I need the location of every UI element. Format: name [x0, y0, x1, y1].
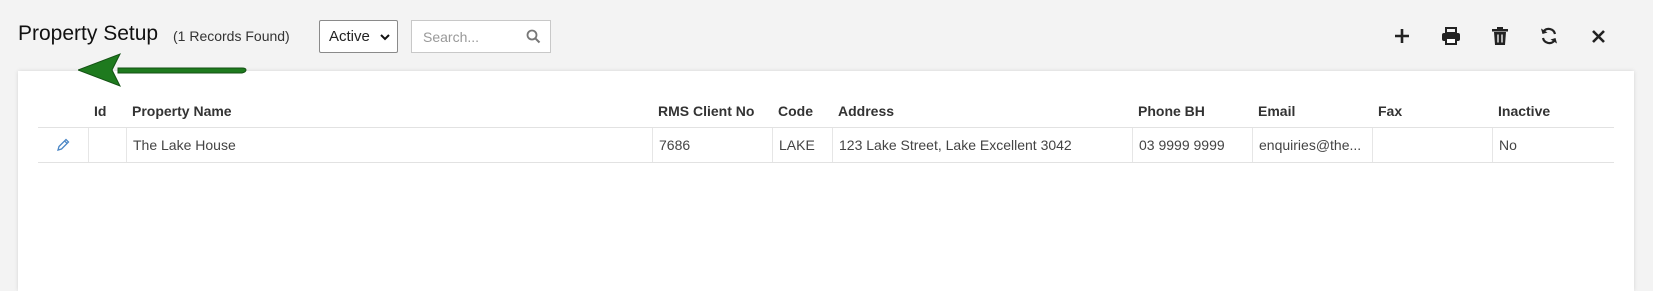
chevron-down-icon — [379, 30, 391, 42]
column-header-phone-bh[interactable]: Phone BH — [1132, 94, 1252, 127]
refresh-icon — [1541, 27, 1557, 45]
records-grid: Id Property Name RMS Client No Code Addr… — [38, 94, 1614, 163]
print-icon — [1442, 27, 1460, 45]
records-panel: Id Property Name RMS Client No Code Addr… — [18, 71, 1634, 291]
page-header: Property Setup (1 Records Found) Active — [0, 0, 1653, 72]
add-button[interactable] — [1389, 23, 1415, 49]
column-header-id[interactable]: Id — [88, 94, 126, 127]
cell-property-name: The Lake House — [126, 128, 652, 162]
plus-icon — [1395, 29, 1409, 43]
status-filter-value: Active — [329, 28, 370, 45]
records-count: (1 Records Found) — [173, 28, 290, 44]
cell-address: 123 Lake Street, Lake Excellent 3042 — [832, 128, 1132, 162]
cell-phone-bh: 03 9999 9999 — [1132, 128, 1252, 162]
column-header-rms-client-no[interactable]: RMS Client No — [652, 94, 772, 127]
cell-email: enquiries@the... — [1252, 128, 1372, 162]
column-header-email[interactable]: Email — [1252, 94, 1372, 127]
close-icon — [1591, 29, 1605, 43]
cell-fax — [1372, 128, 1492, 162]
cell-code: LAKE — [772, 128, 832, 162]
table-header-row: Id Property Name RMS Client No Code Addr… — [38, 94, 1614, 128]
print-button[interactable] — [1438, 23, 1464, 49]
page-title: Property Setup — [18, 22, 159, 45]
column-header-code[interactable]: Code — [772, 94, 832, 127]
close-button[interactable] — [1585, 23, 1611, 49]
status-filter-select[interactable]: Active — [319, 20, 398, 53]
column-header-fax[interactable]: Fax — [1372, 94, 1492, 127]
search-input[interactable] — [421, 28, 525, 46]
refresh-button[interactable] — [1536, 23, 1562, 49]
column-header-inactive[interactable]: Inactive — [1492, 94, 1614, 127]
search-box — [411, 20, 551, 53]
cell-rms-client-no: 7686 — [652, 128, 772, 162]
table-row[interactable]: The Lake House 7686 LAKE 123 Lake Street… — [38, 128, 1614, 163]
pencil-icon[interactable] — [55, 137, 71, 153]
cell-inactive: No — [1492, 128, 1614, 162]
edit-cell[interactable] — [38, 128, 88, 162]
column-header-address[interactable]: Address — [832, 94, 1132, 127]
cell-id — [88, 128, 126, 162]
search-icon[interactable] — [526, 29, 541, 49]
trash-icon — [1492, 26, 1508, 45]
column-header-property-name[interactable]: Property Name — [126, 94, 652, 127]
delete-button[interactable] — [1487, 23, 1513, 49]
column-header-edit — [38, 94, 88, 127]
